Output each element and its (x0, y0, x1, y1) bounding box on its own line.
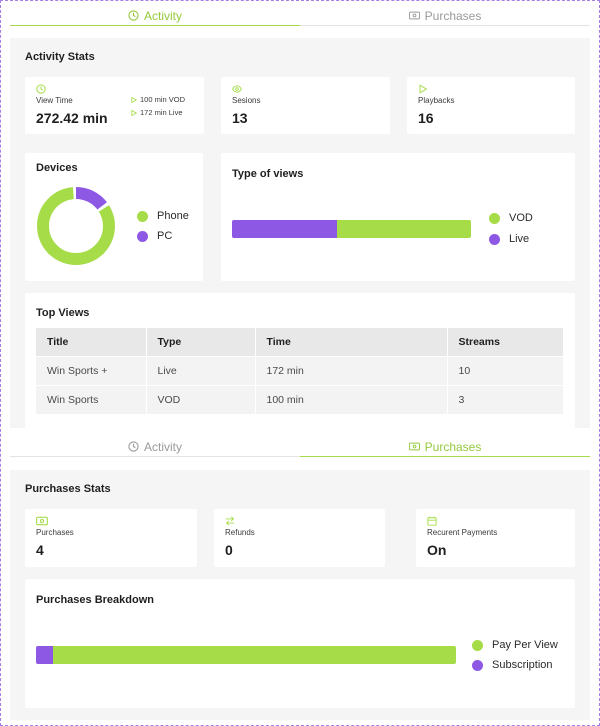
vod-bar-segment (337, 220, 471, 238)
purchases-breakdown-bar (36, 646, 456, 664)
vod-time-note: 100 min VOD (131, 95, 185, 104)
devices-donut-chart (37, 187, 115, 265)
stat-label: Playbacks (418, 96, 455, 105)
legend-phone: Phone (137, 210, 189, 222)
live-bar-segment (232, 220, 338, 238)
tab-activity[interactable]: Activity (10, 437, 300, 457)
card-title: Purchases Breakdown (36, 594, 154, 606)
stat-label: Recurent Payments (427, 528, 498, 537)
cell-title: Win Sports (36, 384, 146, 414)
cell-time: 100 min (254, 384, 447, 414)
live-time-note: 172 min Live (131, 108, 183, 117)
table-row[interactable]: Win Sports + Live 172 min 10 (36, 355, 563, 385)
card-title: Top Views (36, 307, 90, 319)
tab-purchases[interactable]: Purchases (300, 437, 590, 457)
legend-dot (489, 212, 500, 224)
legend-subscription: Subscription (472, 659, 553, 671)
stat-label: Sesions (232, 96, 261, 105)
type-of-views-bar (232, 220, 471, 238)
top-views-card: Top Views Title Type Time Streams Win Sp… (25, 293, 575, 428)
legend-live: Live (489, 233, 529, 245)
purchases-view-tabbar: Activity Purchases (10, 437, 590, 457)
tab-purchases[interactable]: Purchases (300, 6, 590, 26)
cell-type: VOD (145, 384, 255, 414)
cell-time: 172 min (254, 355, 447, 385)
card-title: Type of views (232, 168, 304, 180)
clock-icon (36, 84, 46, 94)
clock-icon (128, 441, 139, 452)
tab-label: Purchases (424, 8, 482, 23)
section-title: Purchases Stats (25, 483, 111, 495)
play-icon (131, 96, 137, 103)
card-title: Devices (36, 162, 78, 174)
purchases-count-card: Purchases 4 (25, 509, 197, 567)
stat-value: 0 (225, 542, 233, 558)
money-icon (408, 11, 420, 20)
legend-pay-per-view: Pay Per View (472, 639, 558, 651)
refunds-card: Refunds 0 (214, 509, 385, 567)
transfer-icon (225, 516, 235, 526)
stat-value: 13 (232, 110, 248, 126)
legend-vod: VOD (489, 212, 533, 224)
play-icon (419, 84, 428, 94)
tab-label: Purchases (424, 439, 482, 454)
cell-streams: 10 (446, 355, 563, 385)
stat-value: On (427, 542, 447, 558)
table-row[interactable]: Win Sports VOD 100 min 3 (36, 384, 563, 414)
purchases-breakdown-card: Purchases Breakdown Pay Per View Subscri… (25, 579, 575, 708)
table-header-row: Title Type Time Streams (36, 328, 563, 356)
pay-per-view-bar-segment (52, 646, 456, 664)
stat-label: Refunds (225, 528, 255, 537)
money-icon (408, 442, 420, 451)
view-time-card: View Time 272.42 min 100 min VOD 172 min… (25, 77, 204, 134)
recurrent-payments-card: Recurent Payments On (416, 509, 575, 567)
tab-label: Activity (143, 439, 182, 454)
clock-icon (128, 10, 139, 21)
calendar-icon (427, 516, 437, 526)
legend-dot (137, 210, 148, 222)
section-title: Activity Stats (25, 51, 95, 63)
cell-title: Win Sports + (36, 355, 146, 385)
legend-dot (472, 639, 483, 651)
legend-dot (489, 233, 500, 245)
top-views-table: Title Type Time Streams Win Sports + Liv… (36, 328, 563, 414)
stat-value: 4 (36, 542, 44, 558)
legend-dot (472, 659, 483, 671)
legend-pc: PC (137, 230, 172, 242)
play-icon (131, 109, 137, 116)
stat-label: Purchases (36, 528, 74, 537)
activity-panel: Activity Stats View Time 272.42 min 100 … (10, 38, 590, 428)
cell-streams: 3 (446, 384, 563, 414)
playbacks-card: Playbacks 16 (407, 77, 575, 134)
tab-label: Activity (143, 8, 182, 23)
sessions-card: Sesions 13 (221, 77, 390, 134)
stat-label: View Time (36, 96, 73, 105)
stat-value: 272.42 min (36, 110, 108, 126)
legend-dot (137, 230, 148, 242)
column-header: Type (145, 328, 255, 356)
eye-icon (232, 85, 242, 93)
purchases-panel: Purchases Stats Purchases 4 Refunds 0 Re… (10, 470, 590, 720)
activity-view-tabbar: Activity Purchases (10, 6, 590, 26)
tab-activity[interactable]: Activity (10, 6, 300, 26)
cell-type: Live (145, 355, 255, 385)
column-header: Time (254, 328, 447, 356)
type-of-views-card: Type of views VOD Live (221, 153, 575, 281)
money-icon (36, 516, 48, 526)
column-header: Title (36, 328, 146, 356)
column-header: Streams (446, 328, 563, 356)
devices-card: Devices Phone PC (25, 153, 203, 281)
subscription-bar-segment (36, 646, 53, 664)
stat-value: 16 (418, 110, 434, 126)
